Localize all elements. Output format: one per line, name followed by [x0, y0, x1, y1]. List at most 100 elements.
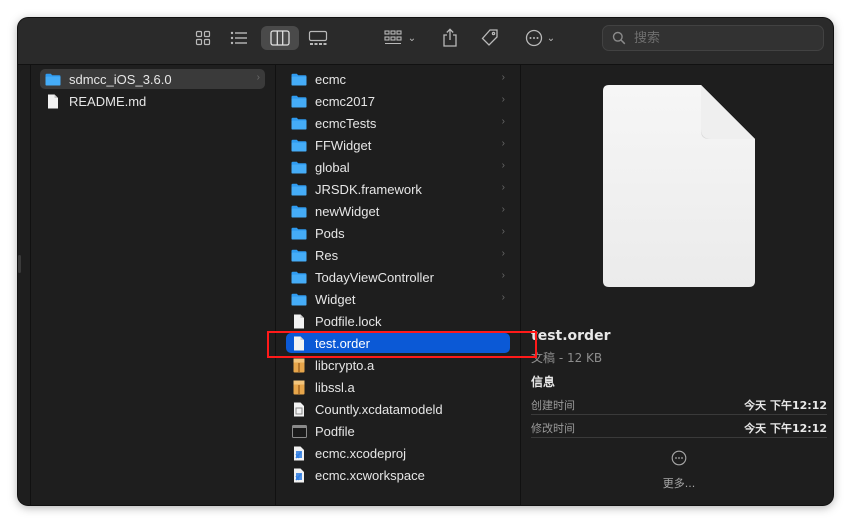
xcode-document-icon: [291, 445, 307, 461]
finder-window: ⌄ ⌄ 搜索 sdmcc_iOS_3.6.0 › README.md ecmc …: [18, 18, 833, 505]
info-heading: 信息: [531, 375, 556, 389]
list-item[interactable]: TodayViewController ›: [286, 267, 510, 287]
chevron-down-icon: ⌄: [407, 32, 417, 44]
folder-icon: [291, 181, 307, 197]
chevron-right-icon: ›: [501, 270, 505, 281]
search-field[interactable]: [602, 25, 824, 51]
modified-value: 今天 下午12:12: [744, 422, 827, 435]
folder-icon: [291, 247, 307, 263]
xcode-document-icon: [291, 467, 307, 483]
list-item[interactable]: newWidget ›: [286, 201, 510, 221]
chevron-right-icon: ›: [501, 182, 505, 193]
resize-handle[interactable]: [18, 255, 21, 273]
folder-icon: [291, 137, 307, 153]
folder-icon: [291, 203, 307, 219]
list-item[interactable]: Pods ›: [286, 223, 510, 243]
toolbar: ⌄ ⌄: [18, 18, 833, 65]
chevron-down-icon: ⌄: [546, 32, 556, 44]
chevron-right-icon: ›: [501, 72, 505, 83]
folder-icon: [45, 71, 61, 87]
divider: [531, 437, 827, 438]
item-label: Podfile.lock: [315, 313, 382, 329]
list-item[interactable]: Podfile: [286, 421, 510, 441]
item-label: ecmc.xcworkspace: [315, 467, 425, 483]
search-icon: [612, 31, 626, 45]
search-input[interactable]: [632, 29, 816, 47]
folder-icon: [291, 225, 307, 241]
item-label: ecmcTests: [315, 115, 377, 131]
gallery-icon: [308, 30, 328, 45]
chevron-right-icon: ›: [501, 292, 505, 303]
list-item[interactable]: ecmc.xcworkspace: [286, 465, 510, 485]
list-item[interactable]: JRSDK.framework ›: [286, 179, 510, 199]
more-label: 更多...: [662, 477, 696, 490]
list-item[interactable]: libcrypto.a: [286, 355, 510, 375]
list-item[interactable]: sdmcc_iOS_3.6.0 ›: [40, 69, 265, 89]
chevron-right-icon: ›: [501, 226, 505, 237]
list-item[interactable]: test.order: [286, 333, 510, 353]
column-2: ecmc › ecmc2017 › ecmcTests › FFWidget › global ›…: [276, 65, 521, 505]
action-menu-button[interactable]: ⌄: [521, 26, 559, 50]
folder-icon: [291, 269, 307, 285]
created-value: 今天 下午12:12: [744, 399, 827, 412]
item-label: TodayViewController: [315, 269, 434, 285]
item-label: FFWidget: [315, 137, 372, 153]
list-item[interactable]: ecmcTests ›: [286, 113, 510, 133]
document-preview-icon: [603, 85, 755, 287]
list-item[interactable]: ecmc ›: [286, 69, 510, 89]
list-item[interactable]: Countly.xcdatamodeld: [286, 399, 510, 419]
item-label: README.md: [69, 93, 147, 109]
archive-icon: [291, 357, 307, 373]
folder-icon: [291, 159, 307, 175]
list-item[interactable]: Widget ›: [286, 289, 510, 309]
share-button[interactable]: [438, 26, 462, 50]
icon-view-button[interactable]: [192, 26, 214, 50]
archive-icon: [291, 379, 307, 395]
list-view-button[interactable]: [228, 26, 250, 50]
group-icon: [384, 30, 402, 45]
group-button[interactable]: ⌄: [380, 26, 420, 50]
item-label: ecmc2017: [315, 93, 375, 109]
item-label: test.order: [315, 335, 370, 351]
item-label: libssl.a: [315, 379, 355, 395]
list-item[interactable]: FFWidget ›: [286, 135, 510, 155]
document-icon: [291, 313, 307, 329]
item-label: global: [315, 159, 350, 175]
created-label: 创建时间: [531, 399, 575, 412]
modified-label: 修改时间: [531, 422, 575, 435]
chevron-right-icon: ›: [256, 72, 260, 83]
list-item[interactable]: global ›: [286, 157, 510, 177]
preview-file-name: test.order: [531, 328, 611, 344]
column-view-button[interactable]: [261, 26, 299, 50]
item-label: Res: [315, 247, 339, 263]
item-label: newWidget: [315, 203, 380, 219]
list-item[interactable]: Podfile.lock: [286, 311, 510, 331]
document-icon: [45, 93, 61, 109]
list-item[interactable]: ecmc2017 ›: [286, 91, 510, 111]
list-item[interactable]: ecmc.xcodeproj: [286, 443, 510, 463]
item-label: ecmc: [315, 71, 347, 87]
item-label: Widget: [315, 291, 356, 307]
document-icon: [291, 335, 307, 351]
list-item[interactable]: README.md: [40, 91, 265, 111]
item-label: JRSDK.framework: [315, 181, 422, 197]
chevron-right-icon: ›: [501, 248, 505, 259]
tag-button[interactable]: [478, 26, 502, 50]
share-icon: [443, 28, 457, 47]
preview-pane: test.order 文稿 - 12 KB 信息 创建时间 今天 下午12:12…: [521, 65, 833, 505]
list-item[interactable]: Res ›: [286, 245, 510, 265]
item-label: ecmc.xcodeproj: [315, 445, 407, 461]
item-label: Podfile: [315, 423, 355, 439]
item-label: libcrypto.a: [315, 357, 375, 373]
gallery-view-button[interactable]: [306, 26, 330, 50]
item-label: sdmcc_iOS_3.6.0: [69, 71, 172, 87]
chevron-right-icon: ›: [501, 160, 505, 171]
folder-icon: [291, 71, 307, 87]
datamodel-icon: [291, 401, 307, 417]
chevron-right-icon: ›: [501, 94, 505, 105]
chevron-right-icon: ›: [501, 204, 505, 215]
divider: [531, 414, 827, 415]
more-button[interactable]: 更多...: [659, 450, 699, 491]
column-1: sdmcc_iOS_3.6.0 › README.md: [30, 65, 276, 505]
list-item[interactable]: libssl.a: [286, 377, 510, 397]
